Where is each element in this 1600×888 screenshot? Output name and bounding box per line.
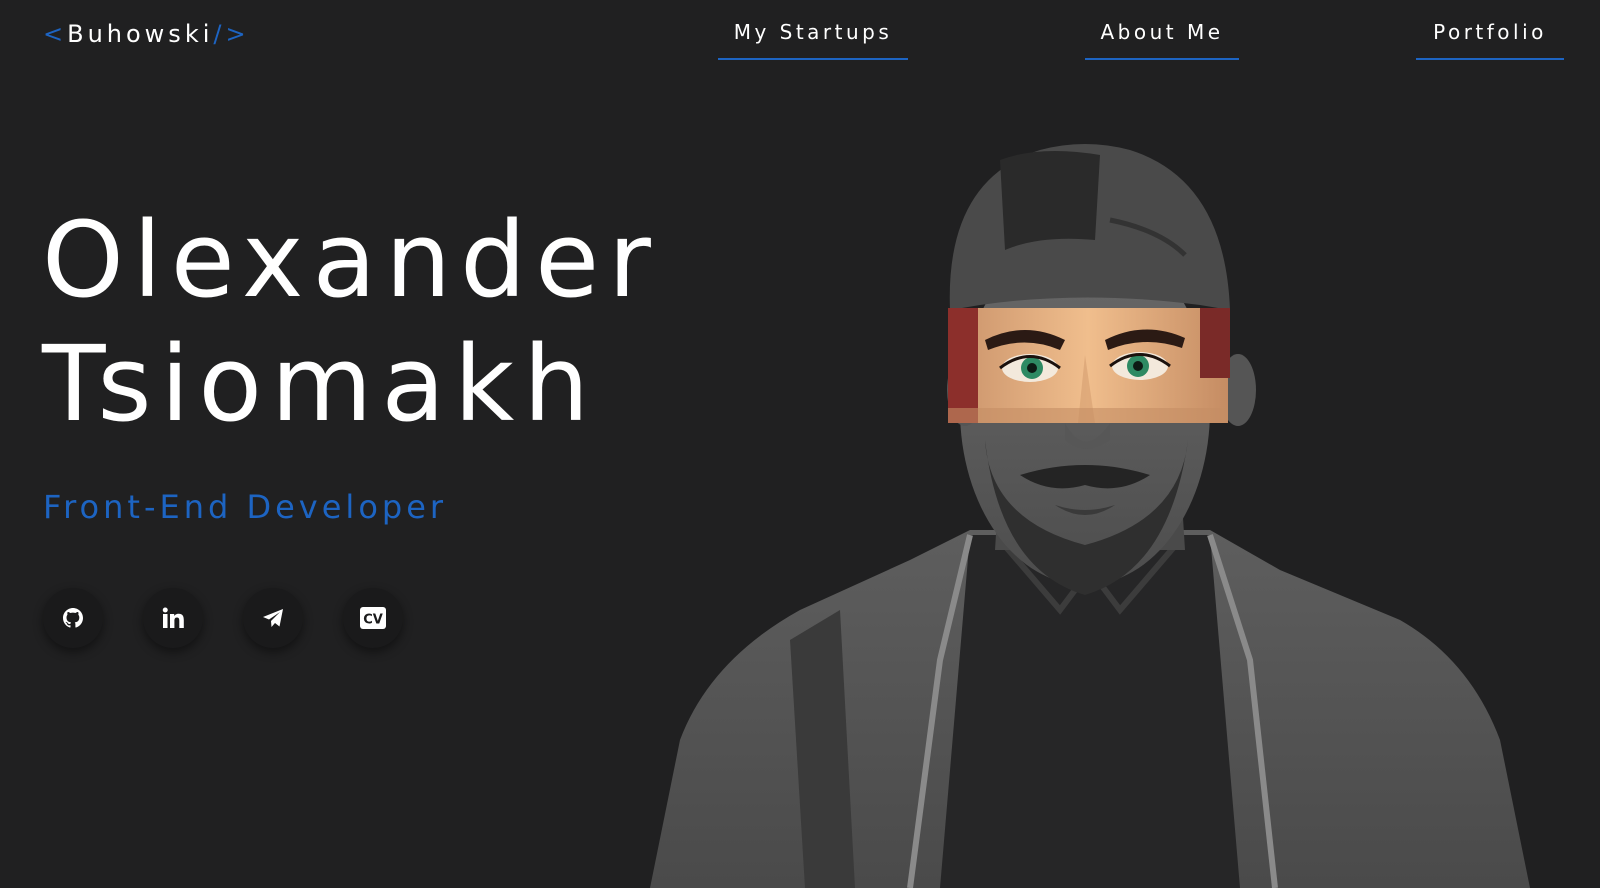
logo-close-bracket: > [225, 20, 250, 48]
nav-my-startups[interactable]: My Startups [718, 20, 908, 60]
telegram-icon [263, 609, 283, 627]
social-links: CV [43, 588, 403, 648]
cv-icon-label: CV [363, 613, 383, 628]
logo-slash: / [213, 20, 226, 48]
site-logo[interactable]: < Buhowski / > [43, 20, 250, 48]
linkedin-icon [162, 607, 184, 628]
hero-first-name: Olexander [42, 199, 660, 321]
hero-role: Front-End Developer [43, 488, 448, 526]
hero-name: Olexander Tsiomakh [42, 198, 660, 446]
eye-band [948, 308, 1230, 423]
cv-button[interactable]: CV [343, 588, 403, 648]
cv-icon: CV [360, 607, 386, 629]
portrait-photo [650, 144, 1530, 888]
nav-portfolio[interactable]: Portfolio [1416, 20, 1564, 60]
logo-name: Buhowski [67, 20, 214, 48]
logo-open-bracket: < [43, 20, 68, 48]
linkedin-button[interactable] [143, 588, 203, 648]
nav-about-me[interactable]: About Me [1085, 20, 1239, 60]
page: < Buhowski / > My Startups About Me Port… [0, 0, 1600, 888]
github-button[interactable] [43, 588, 103, 648]
github-icon [63, 608, 83, 628]
telegram-button[interactable] [243, 588, 303, 648]
hero-last-name: Tsiomakh [42, 323, 599, 445]
